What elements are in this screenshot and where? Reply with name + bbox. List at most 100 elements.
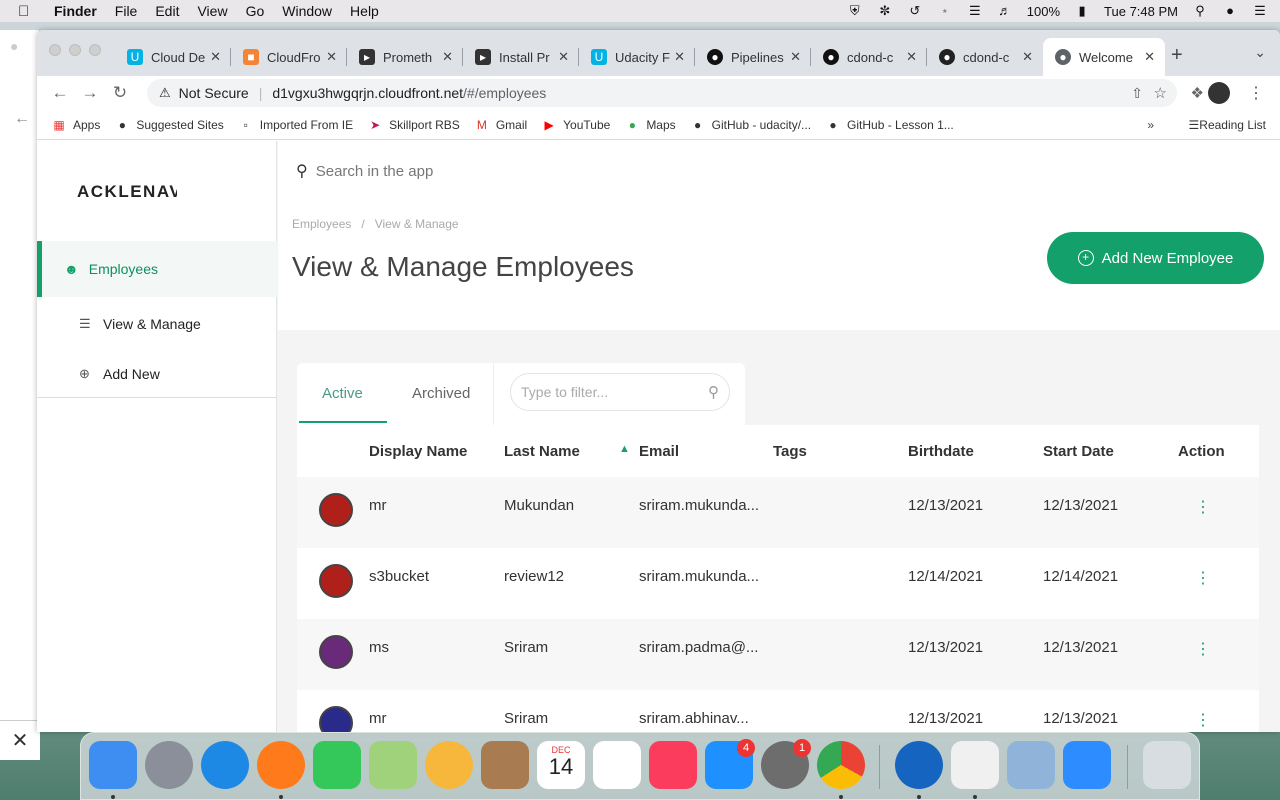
browser-tab[interactable]: U Cloud De ✕ (115, 38, 231, 76)
bookmark-github-udacity[interactable]: ● GitHub - udacity/... (690, 118, 811, 132)
shield-icon[interactable]: ⛨ (847, 4, 863, 18)
column-birthdate[interactable]: Birthdate (908, 443, 974, 460)
more-vert-icon[interactable]: ⋮ (1195, 500, 1211, 516)
finder-icon[interactable] (89, 741, 137, 789)
reload-icon[interactable]: ↻ (105, 83, 135, 103)
app-search[interactable]: ⚲ Search in the app (296, 161, 433, 181)
search-icon[interactable]: ⚲ (708, 383, 719, 401)
url-text[interactable]: d1vgxu3hwgqrjn.cloudfront.net/#/employee… (272, 85, 546, 101)
tab-archived[interactable]: Archived (412, 385, 470, 402)
extensions-icon[interactable]: ❖ (1191, 84, 1204, 102)
table-row[interactable]: s3bucket review12 sriram.mukunda... 12/1… (297, 548, 1259, 619)
sort-ascending-icon[interactable]: ▲ (619, 443, 630, 455)
back-icon[interactable]: ← (45, 83, 75, 103)
sidebar-item-employees[interactable]: ☻ Employees (37, 241, 277, 297)
column-last-name[interactable]: Last Name (504, 443, 580, 460)
siri-icon[interactable]: ● (1222, 4, 1238, 18)
sidebar-item-view-manage[interactable]: ☰ View & Manage (37, 304, 277, 344)
apple-icon[interactable]:  (18, 3, 40, 20)
more-vert-icon[interactable]: ⋮ (1195, 571, 1211, 587)
bookmark-suggested-sites[interactable]: ● Suggested Sites (114, 118, 224, 132)
close-tab-icon[interactable]: ✕ (906, 49, 917, 65)
more-vert-icon[interactable]: ⋮ (1195, 713, 1211, 729)
column-display-name[interactable]: Display Name (369, 443, 467, 460)
bookmark-star-icon[interactable]: ☆ (1154, 84, 1167, 102)
filter-input[interactable]: Type to filter... ⚲ (510, 373, 730, 411)
calendar-icon[interactable]: DEC 14 (537, 741, 585, 789)
app-logo[interactable]: ACKLENAVENUE (77, 182, 177, 202)
browser-tab[interactable]: U Udacity F ✕ (579, 38, 695, 76)
column-start-date[interactable]: Start Date (1043, 443, 1114, 460)
music-icon[interactable] (649, 741, 697, 789)
close-tab-icon[interactable]: ✕ (674, 49, 685, 65)
menu-help[interactable]: Help (350, 3, 379, 19)
menu-edit[interactable]: Edit (155, 3, 179, 19)
tab-active[interactable]: Active (322, 385, 363, 402)
profile-avatar[interactable] (1208, 82, 1230, 104)
battery-percent[interactable]: 100% (1027, 4, 1060, 19)
close-tab-icon[interactable]: ✕ (1144, 49, 1155, 65)
close-tab-icon[interactable]: ✕ (1022, 49, 1033, 65)
browser-tab[interactable]: ● cdond-c ✕ (927, 38, 1043, 76)
forward-icon[interactable]: → (75, 83, 105, 103)
time-machine-icon[interactable]: ↺ (907, 4, 923, 18)
trash-icon[interactable] (1143, 741, 1191, 789)
new-tab-icon[interactable]: + (1171, 44, 1183, 67)
textedit-icon[interactable] (951, 741, 999, 789)
close-icon[interactable]: ✕ (0, 720, 40, 760)
back-arrow-icon[interactable]: ← (14, 110, 30, 128)
browser-tab-active[interactable]: ● Welcome ✕ (1043, 38, 1165, 76)
warning-icon[interactable]: ⚠ (159, 85, 171, 101)
preview-icon[interactable] (1007, 741, 1055, 789)
browser-tab[interactable]: ▸ Install Pr ✕ (463, 38, 579, 76)
close-window-button[interactable] (49, 44, 61, 56)
spotlight-search-icon[interactable]: ⚲ (1192, 4, 1208, 18)
column-tags[interactable]: Tags (773, 443, 807, 460)
table-row[interactable]: mr Mukundan sriram.mukunda... 12/13/2021… (297, 477, 1259, 548)
more-vert-icon[interactable]: ⋮ (1195, 642, 1211, 658)
wifi-icon[interactable]: ☰ (967, 4, 983, 18)
menu-go[interactable]: Go (246, 3, 265, 19)
menu-file[interactable]: File (115, 3, 138, 19)
dialpad-icon[interactable] (895, 741, 943, 789)
menu-view[interactable]: View (197, 3, 227, 19)
photos-icon[interactable] (425, 741, 473, 789)
reading-list[interactable]: ☰ Reading List (1189, 118, 1266, 132)
breadcrumb-employees[interactable]: Employees (292, 217, 351, 231)
bookmark-maps[interactable]: ● Maps (624, 118, 676, 132)
close-tab-icon[interactable]: ✕ (326, 49, 337, 65)
browser-tab[interactable]: ● Pipelines ✕ (695, 38, 811, 76)
control-center-icon[interactable]: ☰ (1252, 4, 1268, 18)
bookmark-imported-from-ie[interactable]: ▫ Imported From IE (238, 118, 354, 132)
browser-tab[interactable]: ■ CloudFro ✕ (231, 38, 347, 76)
menu-clock[interactable]: Tue 7:48 PM (1104, 4, 1178, 19)
zoom-icon[interactable] (1063, 741, 1111, 789)
browser-tab[interactable]: ▸ Prometh ✕ (347, 38, 463, 76)
column-email[interactable]: Email (639, 443, 679, 460)
spinner-icon[interactable]: ✼ (877, 4, 893, 18)
search-input[interactable]: Search in the app (316, 163, 434, 180)
close-tab-icon[interactable]: ✕ (210, 49, 221, 65)
firefox-icon[interactable] (257, 741, 305, 789)
reminders-icon[interactable] (593, 741, 641, 789)
bookmark-youtube[interactable]: ▶ YouTube (541, 118, 611, 132)
minimize-window-button[interactable] (69, 44, 81, 56)
facetime-icon[interactable] (313, 741, 361, 789)
zoom-window-button[interactable] (89, 44, 101, 56)
share-icon[interactable]: ⇧ (1131, 85, 1143, 102)
battery-icon[interactable]: ▮ (1074, 4, 1090, 18)
table-row[interactable]: mr Sriram sriram.abhinav... 12/13/2021 1… (297, 690, 1259, 732)
menu-window[interactable]: Window (282, 3, 332, 19)
bookmark-apps[interactable]: ▦ Apps (51, 118, 100, 132)
safari-icon[interactable] (201, 741, 249, 789)
bookmark-gmail[interactable]: M Gmail (474, 118, 527, 132)
browser-tab[interactable]: ● cdond-c ✕ (811, 38, 927, 76)
chevron-right-icon[interactable]: » (1147, 118, 1154, 132)
volume-icon[interactable]: ♬ (997, 4, 1013, 18)
address-bar[interactable]: ⚠ Not Secure | d1vgxu3hwgqrjn.cloudfront… (147, 79, 1177, 107)
more-vert-icon[interactable]: ⋮ (1248, 83, 1264, 103)
bluetooth-icon[interactable]: ⋆ (937, 4, 953, 18)
contacts-icon[interactable] (481, 741, 529, 789)
chevron-down-icon[interactable]: ⌄ (1254, 44, 1266, 61)
bookmark-github-lesson[interactable]: ● GitHub - Lesson 1... (825, 118, 953, 132)
